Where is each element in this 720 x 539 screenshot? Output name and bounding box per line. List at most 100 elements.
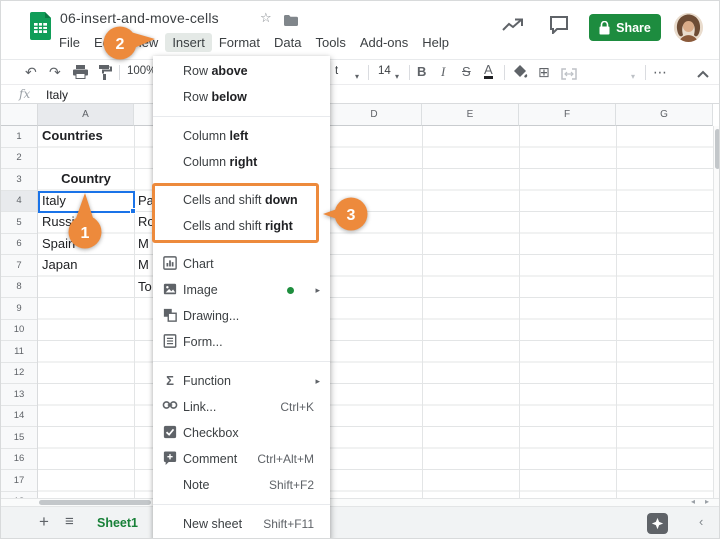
- column-header-e[interactable]: E: [422, 104, 519, 126]
- menubar-item-format[interactable]: Format: [212, 33, 267, 52]
- share-button-label: Share: [616, 21, 651, 35]
- row-header-15[interactable]: 15: [1, 427, 37, 449]
- checkbox-icon: [162, 425, 178, 441]
- menu-item-shortcut: Shift+F11: [263, 517, 320, 531]
- menu-item-chart[interactable]: Chart: [153, 251, 330, 277]
- menu-item-link[interactable]: Link...Ctrl+K: [153, 394, 330, 420]
- fx-icon: fx: [19, 87, 30, 101]
- sheets-logo-icon[interactable]: [30, 12, 51, 45]
- row-header-8[interactable]: 8: [1, 277, 37, 299]
- vertical-scrollbar[interactable]: [713, 126, 720, 498]
- row-headers: 123456789101112131415161718: [1, 126, 38, 498]
- italic-button[interactable]: I: [441, 63, 445, 81]
- explore-icon[interactable]: [647, 513, 668, 534]
- merge-cells-icon[interactable]: [561, 66, 577, 84]
- comment-bubble-icon[interactable]: [549, 16, 569, 39]
- row-header-13[interactable]: 13: [1, 384, 37, 406]
- cell-a3[interactable]: Country: [38, 169, 134, 191]
- paint-format-icon[interactable]: [98, 65, 112, 84]
- menu-item-label: New sheet: [183, 517, 242, 531]
- row-header-14[interactable]: 14: [1, 406, 37, 428]
- row-header-11[interactable]: 11: [1, 341, 37, 363]
- row-header-1[interactable]: 1: [1, 126, 37, 148]
- row-header-7[interactable]: 7: [1, 255, 37, 277]
- select-all-corner[interactable]: [1, 104, 38, 126]
- sheet-tab-active[interactable]: Sheet1: [97, 516, 138, 530]
- redo-icon[interactable]: ↷: [49, 63, 61, 81]
- row-header-16[interactable]: 16: [1, 449, 37, 471]
- scroll-left-icon[interactable]: ◂: [691, 497, 695, 506]
- menu-item-column-right[interactable]: Column right: [153, 149, 330, 175]
- menubar-item-help[interactable]: Help: [415, 33, 456, 52]
- font-family-select[interactable]: t: [335, 65, 338, 77]
- share-button[interactable]: Share: [589, 14, 661, 41]
- row-header-5[interactable]: 5: [1, 212, 37, 234]
- menu-item-comment[interactable]: CommentCtrl+Alt+M: [153, 446, 330, 472]
- menubar-item-data[interactable]: Data: [267, 33, 308, 52]
- menu-item-column-left[interactable]: Column left: [153, 123, 330, 149]
- menu-item-row-below[interactable]: Row below: [153, 84, 330, 110]
- chevron-down-icon[interactable]: ▾: [631, 68, 635, 86]
- row-header-17[interactable]: 17: [1, 470, 37, 492]
- menu-item-image[interactable]: Image▸: [153, 277, 330, 303]
- strikethrough-button[interactable]: S: [462, 63, 471, 81]
- scroll-right-icon[interactable]: ▸: [705, 497, 709, 506]
- menu-item-function[interactable]: ΣFunction▸: [153, 368, 330, 394]
- chevron-down-icon[interactable]: ▾: [395, 68, 399, 86]
- more-icon[interactable]: ⋯: [653, 63, 667, 81]
- horizontal-scrollbar-thumb[interactable]: [39, 500, 151, 505]
- cells-layer[interactable]: [38, 126, 713, 498]
- function-icon: Σ: [162, 373, 178, 389]
- submenu-arrow-icon: ▸: [315, 376, 320, 387]
- row-header-12[interactable]: 12: [1, 363, 37, 385]
- folder-icon[interactable]: [284, 13, 298, 31]
- row-header-9[interactable]: 9: [1, 298, 37, 320]
- stats-icon[interactable]: [502, 17, 524, 38]
- column-header-f[interactable]: F: [519, 104, 616, 126]
- menu-item-drawing[interactable]: Drawing...: [153, 303, 330, 329]
- menu-item-checkbox[interactable]: Checkbox: [153, 420, 330, 446]
- avatar[interactable]: [674, 13, 703, 42]
- horizontal-scrollbar[interactable]: ◂ ▸: [1, 498, 720, 506]
- bold-button[interactable]: B: [417, 63, 426, 81]
- vertical-scrollbar-thumb[interactable]: [715, 129, 720, 169]
- svg-text:2: 2: [116, 36, 125, 53]
- all-sheets-icon[interactable]: ≡: [65, 513, 74, 530]
- font-size-select[interactable]: 14: [378, 65, 391, 77]
- borders-icon[interactable]: ⊞: [538, 63, 550, 81]
- menubar-item-tools[interactable]: Tools: [308, 33, 352, 52]
- zoom-select[interactable]: 100%: [127, 65, 156, 77]
- menubar-item-insert[interactable]: Insert: [165, 33, 212, 52]
- row-header-6[interactable]: 6: [1, 234, 37, 256]
- row-header-10[interactable]: 10: [1, 320, 37, 342]
- collapse-toolbar-icon[interactable]: [697, 64, 709, 82]
- row-header-3[interactable]: 3: [1, 169, 37, 191]
- row-header-2[interactable]: 2: [1, 148, 37, 170]
- star-icon[interactable]: ☆: [260, 10, 272, 26]
- row-header-4[interactable]: 4: [1, 191, 37, 213]
- column-header-d[interactable]: D: [327, 104, 422, 126]
- fill-handle[interactable]: [130, 208, 136, 214]
- menubar-item-add-ons[interactable]: Add-ons: [353, 33, 415, 52]
- menubar-item-file[interactable]: File: [52, 33, 87, 52]
- column-header-g[interactable]: G: [616, 104, 713, 126]
- print-icon[interactable]: [73, 65, 88, 83]
- formula-bar-value[interactable]: Italy: [46, 88, 68, 102]
- chevron-down-icon[interactable]: ▾: [355, 68, 359, 86]
- cell-a1[interactable]: Countries: [38, 126, 134, 148]
- add-sheet-icon[interactable]: +: [39, 512, 49, 532]
- menu-item-note[interactable]: NoteShift+F2: [153, 472, 330, 498]
- fill-color-icon[interactable]: [514, 65, 528, 83]
- form-icon: [162, 334, 178, 350]
- chevron-left-icon[interactable]: ‹: [699, 514, 703, 529]
- menu-item-new-sheet[interactable]: New sheet Shift+F11: [153, 511, 330, 537]
- menu-item-form[interactable]: Form...: [153, 329, 330, 355]
- text-color-button[interactable]: A: [484, 63, 493, 79]
- undo-icon[interactable]: ↶: [25, 63, 37, 81]
- sheet-bar: + ≡ Sheet1 ‹: [1, 506, 720, 539]
- grid-line: [616, 126, 617, 498]
- menu-item-row-above[interactable]: Row above: [153, 58, 330, 84]
- annotation-highlight-box: [152, 183, 319, 243]
- annotation-step-2: 2: [99, 22, 159, 66]
- column-header-a[interactable]: A: [38, 104, 134, 126]
